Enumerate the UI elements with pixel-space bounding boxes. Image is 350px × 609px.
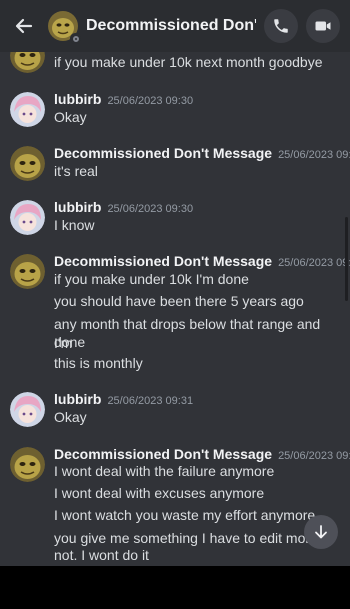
timestamp: 25/06/2023 09:31 [107, 395, 194, 407]
shrek-avatar[interactable] [10, 447, 45, 482]
author-line: lubbirb 25/06/2023 09:30 [54, 199, 193, 215]
back-button[interactable] [12, 14, 36, 38]
arrow-left-icon [15, 18, 33, 34]
timestamp: 25/06/2023 09:30 [107, 203, 194, 215]
offline-status-icon [70, 33, 81, 44]
author-line: Decommissioned Don't Message 25/06/2023 0… [54, 446, 350, 462]
author-line: Decommissioned Don't Message 25/06/2023 0… [54, 145, 350, 161]
message-text: if you make under 10k next month goodbye [54, 54, 323, 70]
message-text: this is monthly [54, 355, 143, 371]
phone-icon [274, 19, 288, 33]
message-text: it's real [54, 163, 98, 179]
call-button[interactable] [264, 9, 298, 43]
chat-title-text: Decommissioned Don't... [86, 17, 256, 34]
timestamp: 25/06/2023 09:31 [278, 450, 350, 462]
anime-avatar[interactable] [10, 392, 45, 427]
author-line: lubbirb 25/06/2023 09:30 [54, 91, 193, 107]
scrollbar[interactable] [345, 217, 348, 301]
author-line: Decommissioned Don't Message 25/06/2023 0… [54, 253, 350, 269]
shrek-avatar[interactable] [10, 146, 45, 181]
video-camera-icon [315, 21, 331, 31]
message-text: I wont deal with the failure anymore [54, 463, 275, 479]
message-text: Okay [54, 409, 87, 425]
dm-chat-screen: Decommissioned Don't... › if you make un… [0, 0, 350, 566]
message-text: I wont deal with excuses anymore [54, 485, 265, 501]
message-list[interactable]: if you make under 10k next month goodbye… [0, 38, 350, 566]
author-name[interactable]: lubbirb [54, 91, 101, 107]
author-name[interactable]: Decommissioned Don't Message [54, 145, 272, 161]
bottom-bar [0, 566, 350, 609]
message-text: if you make under 10k I'm done [54, 271, 249, 287]
header-avatar[interactable] [48, 11, 81, 44]
message-text: you should have been there 5 years ago [54, 293, 304, 309]
author-name[interactable]: lubbirb [54, 199, 101, 215]
video-call-button[interactable] [306, 9, 340, 43]
timestamp: 25/06/2023 09:30 [278, 257, 350, 269]
anime-avatar[interactable] [10, 92, 45, 127]
message-text: I know [54, 217, 95, 233]
jump-to-latest-button[interactable] [304, 515, 338, 549]
timestamp: 25/06/2023 09:30 [278, 149, 350, 161]
message-text: Okay [54, 109, 87, 125]
chat-header: Decommissioned Don't... › [0, 0, 350, 52]
author-name[interactable]: Decommissioned Don't Message [54, 253, 272, 269]
anime-avatar[interactable] [10, 200, 45, 235]
message-text: not. I wont do it [54, 547, 149, 563]
author-line: lubbirb 25/06/2023 09:31 [54, 391, 193, 407]
timestamp: 25/06/2023 09:30 [107, 95, 194, 107]
shrek-avatar[interactable] [10, 254, 45, 289]
message-text: done [54, 334, 86, 350]
chat-title[interactable]: Decommissioned Don't... › [86, 17, 256, 35]
arrow-down-icon [315, 525, 327, 539]
author-name[interactable]: lubbirb [54, 391, 101, 407]
author-name[interactable]: Decommissioned Don't Message [54, 446, 272, 462]
message-text: I wont watch you waste my effort anymore [54, 507, 316, 523]
